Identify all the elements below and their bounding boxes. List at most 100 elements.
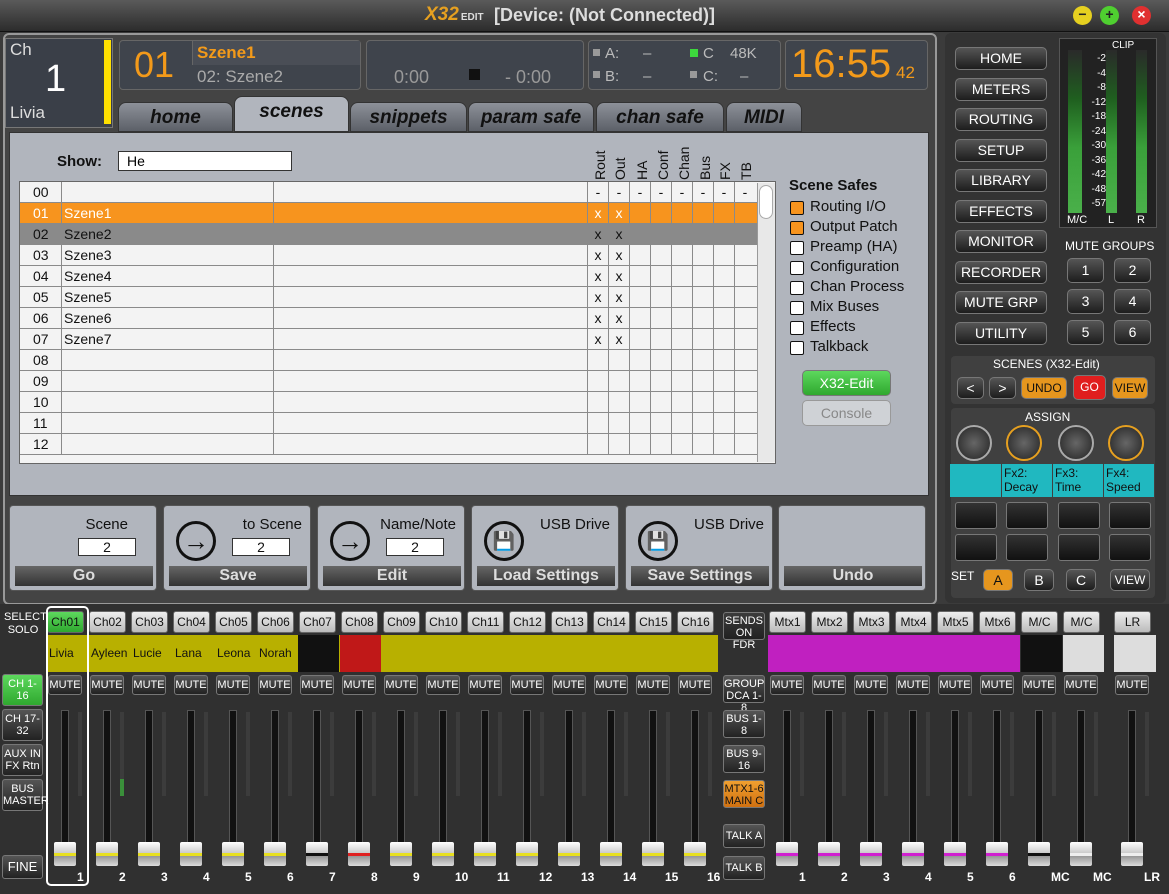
scene-row[interactable]: 05 Szene5 x x (20, 287, 760, 308)
assign-view[interactable]: VIEW (1110, 569, 1150, 591)
mute-button[interactable]: MUTE (678, 675, 712, 695)
nav-effects[interactable]: EFFECTS (955, 199, 1047, 223)
channel-select-button[interactable]: Mtx4 (895, 611, 932, 633)
channel-select-button[interactable]: Ch11 (467, 611, 504, 633)
talk-a[interactable]: TALK A (723, 824, 765, 848)
fader-cap[interactable] (642, 842, 664, 866)
fine-button[interactable]: FINE (2, 855, 43, 879)
channel-select-button[interactable]: Ch12 (509, 611, 546, 633)
tab-midi[interactable]: MIDI (726, 102, 802, 132)
scene-safe-checkbox[interactable] (790, 301, 804, 315)
fader-cap[interactable] (138, 842, 160, 866)
save-settings-button[interactable]: Save Settings (631, 566, 769, 586)
channel-select-button[interactable]: Ch14 (593, 611, 630, 633)
fader-cap[interactable] (558, 842, 580, 866)
nav-monitor[interactable]: MONITOR (955, 230, 1047, 253)
scene-row[interactable]: 06 Szene6 x x (20, 308, 760, 329)
layer-bus-master[interactable]: BUS MASTER (2, 779, 49, 811)
close-icon[interactable]: × (1132, 6, 1151, 25)
channel-select-button[interactable]: Mtx1 (769, 611, 806, 633)
mute-button[interactable]: MUTE (1064, 675, 1098, 695)
mute-group-6[interactable]: 6 (1114, 320, 1151, 345)
mute-button[interactable]: MUTE (342, 675, 376, 695)
nav-routing[interactable]: ROUTING (955, 108, 1047, 131)
nav-utility[interactable]: UTILITY (955, 321, 1047, 345)
edit-button[interactable]: Edit (323, 566, 461, 586)
scene-row[interactable]: 08 (20, 350, 760, 371)
nav-mute-grp[interactable]: MUTE GRP (955, 291, 1047, 314)
scene-safe-checkbox[interactable] (790, 341, 804, 355)
talk-b[interactable]: TALK B (723, 856, 765, 880)
scene-undo-button[interactable]: UNDO (1021, 377, 1067, 399)
scene-row[interactable]: 01 Szene1 x x (20, 203, 760, 224)
mtx-main-c[interactable]: MTX1-6 MAIN C (723, 780, 765, 808)
assign-button[interactable] (1006, 502, 1048, 529)
fader-cap[interactable] (306, 842, 328, 866)
mute-button[interactable]: MUTE (132, 675, 166, 695)
assign-set-b[interactable]: B (1024, 569, 1054, 591)
tab-chan-safe[interactable]: chan safe (596, 102, 724, 132)
channel-select-button[interactable]: Ch04 (173, 611, 210, 633)
mute-button[interactable]: MUTE (300, 675, 334, 695)
mute-button[interactable]: MUTE (854, 675, 888, 695)
scene-row[interactable]: 07 Szene7 x x (20, 329, 760, 350)
group-dca[interactable]: GROUP DCA 1-8 (723, 675, 765, 714)
assign-button[interactable] (1109, 502, 1151, 529)
channel-select-button[interactable]: Ch16 (677, 611, 714, 633)
nav-home[interactable]: HOME (955, 47, 1047, 70)
scene-row[interactable]: 04 Szene4 x x (20, 266, 760, 287)
scene-row[interactable]: 10 (20, 392, 760, 413)
channel-select-button[interactable]: M/C (1021, 611, 1058, 633)
fader-cap[interactable] (944, 842, 966, 866)
tab-home[interactable]: home (118, 102, 233, 132)
fader-cap[interactable] (264, 842, 286, 866)
show-input[interactable] (118, 151, 292, 171)
fader-cap[interactable] (818, 842, 840, 866)
scene-safe-checkbox[interactable] (790, 281, 804, 295)
tab-snippets[interactable]: snippets (350, 102, 467, 132)
channel-select-button[interactable]: Ch07 (299, 611, 336, 633)
fader-cap[interactable] (684, 842, 706, 866)
channel-select-button[interactable]: Ch13 (551, 611, 588, 633)
scene-safe-checkbox[interactable] (790, 321, 804, 335)
mute-button[interactable]: MUTE (812, 675, 846, 695)
channel-select-button[interactable]: Mtx5 (937, 611, 974, 633)
assign-knob-2[interactable] (1006, 425, 1042, 461)
channel-select-button[interactable]: Ch15 (635, 611, 672, 633)
assign-set-a[interactable]: A (983, 569, 1013, 591)
mute-button[interactable]: MUTE (552, 675, 586, 695)
scene-go-button[interactable]: GO (1073, 375, 1106, 400)
channel-select-button[interactable]: Mtx2 (811, 611, 848, 633)
mute-button[interactable]: MUTE (1022, 675, 1056, 695)
scene-row[interactable]: 09 (20, 371, 760, 392)
fader-cap[interactable] (222, 842, 244, 866)
scene-prev-button[interactable]: < (957, 377, 984, 399)
assign-knob-1[interactable] (956, 425, 992, 461)
channel-select-button[interactable]: Mtx6 (979, 611, 1016, 633)
scene-list-scrollbar[interactable] (757, 183, 775, 462)
mute-button[interactable]: MUTE (980, 675, 1014, 695)
bus9-16[interactable]: BUS 9-16 (723, 745, 765, 773)
sends-on-fader[interactable]: SENDS ON FDR (723, 612, 765, 651)
go-scene-input[interactable]: 2 (78, 538, 136, 556)
channel-select-button[interactable]: Ch03 (131, 611, 168, 633)
mute-group-5[interactable]: 5 (1067, 320, 1104, 345)
mute-button[interactable]: MUTE (174, 675, 208, 695)
channel-select-button[interactable]: Ch02 (89, 611, 126, 633)
fader-cap[interactable] (600, 842, 622, 866)
channel-select-button[interactable]: M/C (1063, 611, 1100, 633)
save-button[interactable]: Save (169, 566, 307, 586)
fader-cap[interactable] (474, 842, 496, 866)
nav-recorder[interactable]: RECORDER (955, 260, 1047, 284)
stop-icon[interactable] (469, 69, 480, 80)
mute-group-2[interactable]: 2 (1114, 258, 1151, 283)
fader-cap[interactable] (902, 842, 924, 866)
edit-scene-input[interactable]: 2 (386, 538, 444, 556)
undo-button[interactable]: Undo (784, 566, 922, 586)
nav-setup[interactable]: SETUP (955, 138, 1047, 162)
mute-button[interactable]: MUTE (90, 675, 124, 695)
mute-button[interactable]: MUTE (938, 675, 972, 695)
layer-ch17-32[interactable]: CH 17-32 (2, 709, 43, 741)
fader-cap[interactable] (180, 842, 202, 866)
fader-cap[interactable] (1070, 842, 1092, 866)
